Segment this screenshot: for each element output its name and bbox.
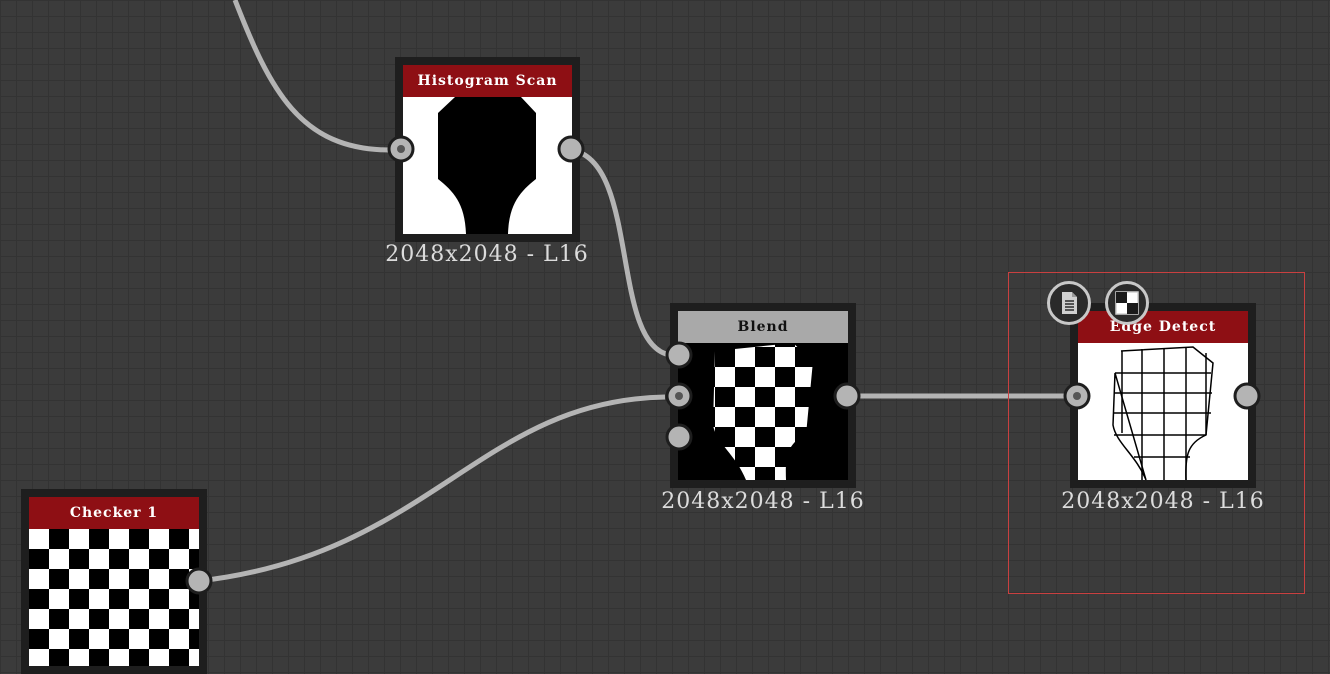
histogram-scan-input-port[interactable] (387, 135, 415, 163)
node-checker-1-preview (29, 529, 199, 666)
node-blend-caption: 2048x2048 - L16 (661, 489, 865, 514)
node-blend-title: Blend (678, 311, 848, 343)
histogram-scan-output-port[interactable] (557, 135, 585, 163)
node-edge-detect-body: Edge Detect (1078, 311, 1248, 480)
checker-1-output-port[interactable] (185, 567, 213, 595)
node-histogram-scan-body: Histogram Scan (403, 65, 572, 234)
node-histogram-scan[interactable]: Histogram Scan (395, 57, 580, 242)
blend-input-port-1[interactable] (665, 341, 693, 369)
node-blend[interactable]: Blend (670, 303, 856, 488)
edge-detect-input-port[interactable] (1063, 382, 1091, 410)
wire-offscreen-to-histogram[interactable] (232, 0, 391, 153)
node-blend-body: Blend (678, 311, 848, 480)
node-edge-detect-title: Edge Detect (1078, 311, 1248, 343)
node-histogram-scan-title: Histogram Scan (403, 65, 572, 97)
node-checker-1-body: Checker 1 (29, 497, 199, 666)
checker-preview-icon (1115, 291, 1139, 315)
node-graph-canvas[interactable]: Histogram Scan 2048x2048 - L16 Blend 204… (0, 0, 1330, 674)
edge-detect-output-port[interactable] (1233, 382, 1261, 410)
blend-output-port[interactable] (833, 382, 861, 410)
blend-input-port-2[interactable] (665, 382, 693, 410)
blend-input-port-3[interactable] (665, 423, 693, 451)
node-histogram-scan-caption: 2048x2048 - L16 (385, 242, 589, 267)
node-blend-preview (678, 343, 848, 480)
node-histogram-scan-preview (403, 97, 572, 234)
node-checker-1[interactable]: Checker 1 (21, 489, 207, 674)
node-edge-detect-caption: 2048x2048 - L16 (1061, 489, 1265, 514)
node-edge-detect[interactable]: Edge Detect (1070, 303, 1256, 488)
node-toolbar-document-button[interactable] (1047, 281, 1091, 325)
wire-checker-to-blend[interactable] (198, 394, 666, 584)
node-toolbar-preview-button[interactable] (1105, 281, 1149, 325)
node-edge-detect-preview (1078, 343, 1248, 480)
document-icon (1062, 292, 1077, 314)
node-checker-1-title: Checker 1 (29, 497, 199, 529)
